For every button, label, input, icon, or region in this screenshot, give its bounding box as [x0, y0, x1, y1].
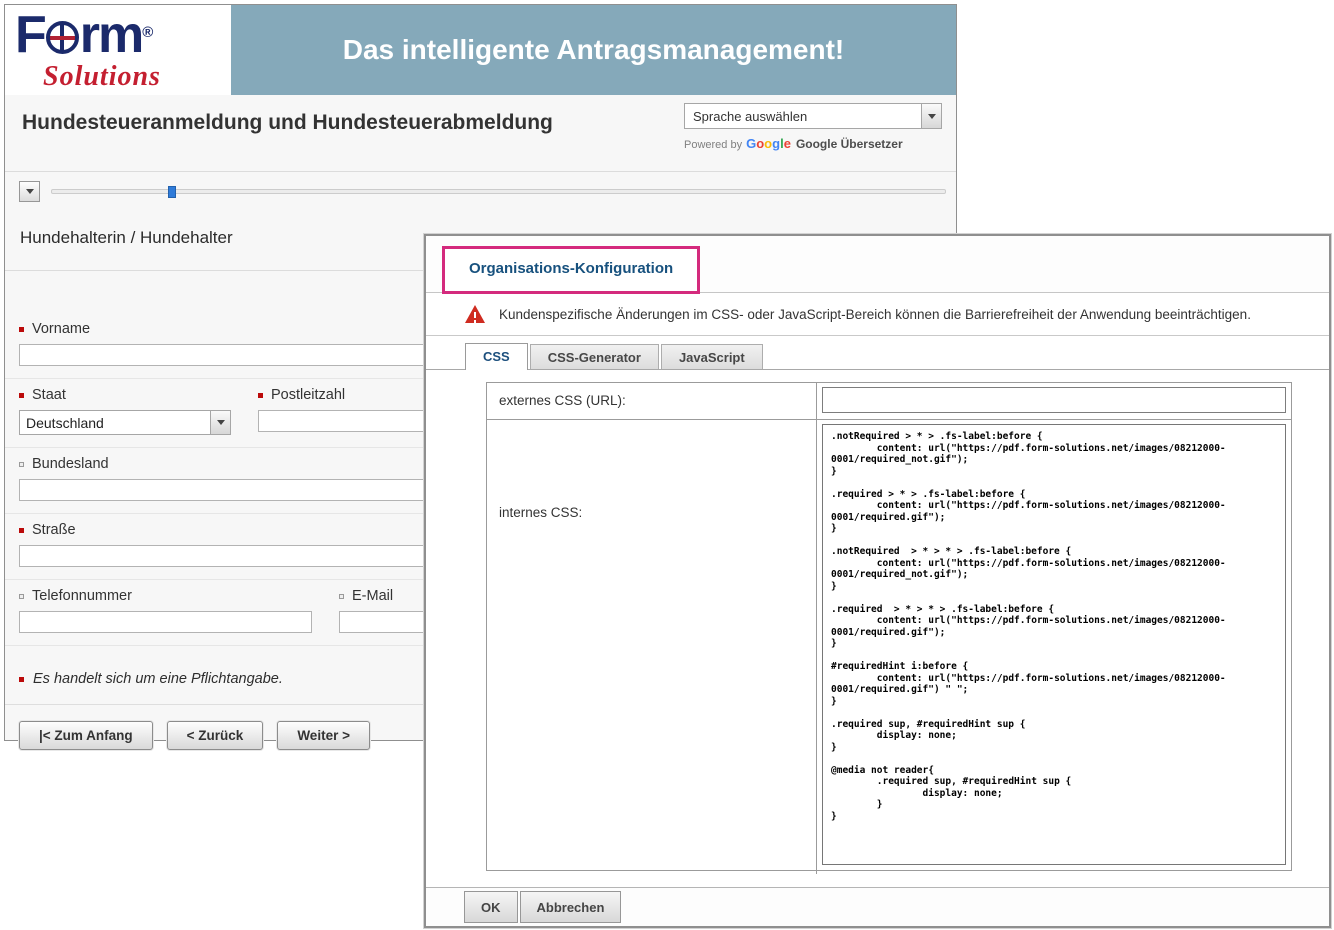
optional-marker — [19, 594, 24, 599]
form-solutions-logo: Frm® Solutions — [5, 5, 231, 95]
next-button[interactable]: Weiter > — [277, 721, 370, 750]
cancel-button[interactable]: Abbrechen — [520, 891, 622, 923]
vorname-label: Vorname — [32, 321, 90, 337]
chevron-down-icon — [26, 189, 34, 194]
page-title-row: Hundesteueranmeldung und Hundesteuerabme… — [5, 95, 956, 172]
globe-icon — [46, 21, 79, 54]
logo-subtitle: Solutions — [43, 63, 223, 91]
google-translator-label: Google Übersetzer — [796, 137, 903, 151]
external-css-label: externes CSS (URL): — [487, 383, 817, 420]
organisation-config-dialog: Organisations-Konfiguration Kundenspezif… — [424, 234, 1331, 928]
external-css-input[interactable] — [822, 387, 1286, 413]
dialog-header: Organisations-Konfiguration — [426, 236, 1329, 293]
internal-css-textarea[interactable]: .notRequired > * > .fs-label:before { co… — [822, 424, 1286, 865]
external-css-cell — [817, 383, 1291, 420]
staat-select-value: Deutschland — [26, 415, 104, 431]
slider-menu-button[interactable] — [19, 181, 40, 202]
registered-mark: ® — [142, 24, 151, 41]
logo-wordmark: Frm® — [15, 9, 223, 61]
config-tab-strip: CSS CSS-Generator JavaScript — [426, 336, 1329, 370]
dialog-title: Organisations-Konfiguration — [469, 260, 673, 277]
logo-letters-rm: rm — [80, 6, 142, 64]
google-logo: Google — [746, 136, 791, 151]
optional-marker — [339, 594, 344, 599]
staat-select[interactable]: Deutschland — [19, 410, 231, 435]
header-tagline: Das intelligente Antragsmanagement! — [343, 34, 845, 66]
telefonnummer-field: Telefonnummer — [19, 588, 312, 633]
optional-marker — [19, 462, 24, 467]
warning-text: Kundenspezifische Änderungen im CSS- ode… — [499, 307, 1251, 322]
tab-css-generator[interactable]: CSS-Generator — [530, 344, 659, 369]
accessibility-warning-row: Kundenspezifische Änderungen im CSS- ode… — [426, 293, 1329, 336]
staat-label: Staat — [32, 387, 66, 403]
warning-icon — [465, 305, 486, 323]
email-label: E-Mail — [352, 588, 393, 604]
language-select-value: Sprache auswählen — [693, 109, 807, 124]
back-button[interactable]: < Zurück — [167, 721, 264, 750]
dialog-footer: OK Abbrechen — [426, 887, 1329, 926]
header-tagline-bar: Das intelligente Antragsmanagement! — [231, 5, 956, 95]
logo-letter-f: F — [15, 6, 45, 64]
bundesland-label: Bundesland — [32, 456, 109, 472]
app-header: Frm® Solutions Das intelligente Antragsm… — [5, 5, 956, 95]
internal-css-cell: .notRequired > * > .fs-label:before { co… — [817, 420, 1291, 874]
tab-javascript[interactable]: JavaScript — [661, 344, 763, 369]
tab-css[interactable]: CSS — [465, 343, 528, 370]
required-marker — [19, 393, 24, 398]
google-attribution: Powered by Google Google Übersetzer — [684, 136, 942, 151]
required-marker — [19, 327, 24, 332]
language-widget: Sprache auswählen Powered by Google Google… — [684, 103, 942, 151]
postleitzahl-label: Postleitzahl — [271, 387, 345, 403]
required-marker — [19, 528, 24, 533]
css-config-panel: externes CSS (URL): internes CSS: .notRe… — [486, 382, 1292, 871]
strasse-label: Straße — [32, 522, 76, 538]
ok-button[interactable]: OK — [464, 891, 518, 923]
progress-slider-track[interactable] — [51, 189, 946, 194]
page-title: Hundesteueranmeldung und Hundesteuerabme… — [22, 111, 553, 135]
staat-field: Staat Deutschland — [19, 387, 231, 435]
telefonnummer-input[interactable] — [19, 611, 312, 633]
progress-slider-thumb[interactable] — [168, 186, 176, 198]
chevron-down-icon[interactable] — [210, 411, 230, 434]
powered-by-label: Powered by — [684, 139, 742, 151]
telefonnummer-label: Telefonnummer — [32, 588, 132, 604]
required-marker — [19, 677, 24, 682]
required-marker — [258, 393, 263, 398]
required-note: Es handelt sich um eine Pflichtangabe. — [33, 671, 283, 687]
language-select[interactable]: Sprache auswählen — [684, 103, 942, 129]
internal-css-label: internes CSS: — [487, 420, 817, 874]
progress-slider-row — [5, 172, 956, 212]
screen: Frm® Solutions Das intelligente Antragsm… — [0, 0, 1334, 930]
to-start-button[interactable]: |< Zum Anfang — [19, 721, 153, 750]
dialog-title-highlight-box: Organisations-Konfiguration — [442, 246, 700, 294]
chevron-down-icon[interactable] — [921, 104, 941, 128]
